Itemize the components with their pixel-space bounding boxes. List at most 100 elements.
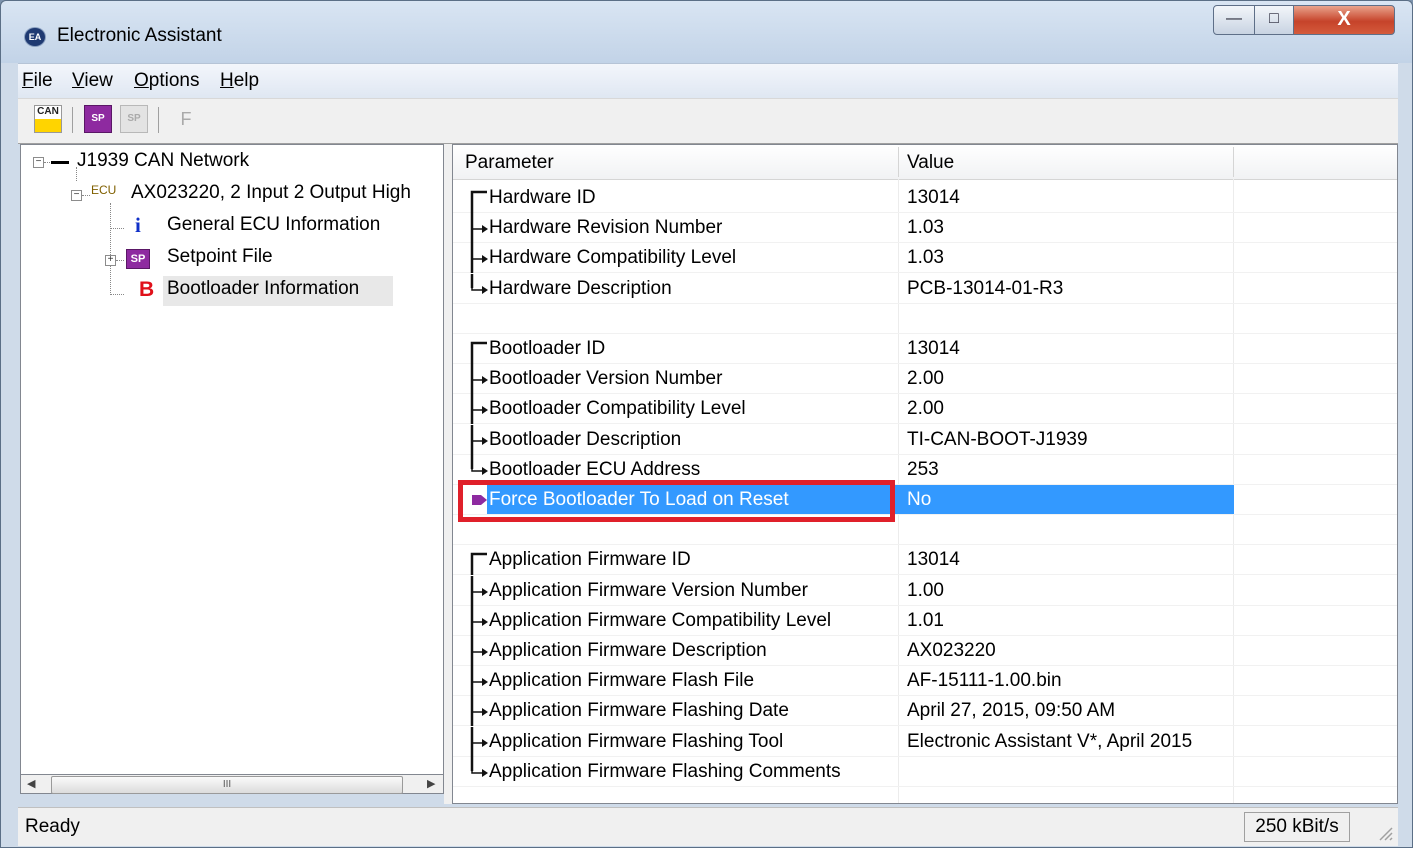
scroll-left-icon[interactable]: ◀ [27,777,35,790]
setpoint-icon: SP [126,249,150,269]
menu-file[interactable]: File [22,70,53,92]
value-cell: 13014 [907,549,960,571]
flash-icon[interactable]: F [172,105,200,133]
value-cell: 13014 [907,338,960,359]
tree-connector-icon [470,756,488,777]
toolbar: CAN SP SP F [18,98,1398,144]
table-row[interactable]: Application Firmware Flash File AF-15111-… [453,666,1397,697]
table-row[interactable]: Bootloader Version Number 2.00 [453,364,1397,395]
minimize-button[interactable]: — [1213,5,1255,35]
column-header-value[interactable]: Value [907,152,954,174]
parameter-cell: Application Firmware Description [489,640,767,661]
table-row[interactable]: Application Firmware Compatibility Level… [453,605,1397,636]
tree-connector-icon [470,666,488,697]
scroll-thumb[interactable]: III [51,776,403,794]
tree-connector-icon [470,726,488,757]
app-logo-icon: EA [24,27,46,47]
parameter-cell: Application Firmware Flash File [489,670,755,692]
value-cell[interactable]: No [907,489,931,511]
save-setpoint-icon[interactable]: SP [120,105,148,133]
table-row[interactable]: Hardware Description PCB-13014-01-R3 [453,273,1397,304]
menu-view[interactable]: View [72,70,113,92]
parameter-cell: Bootloader ECU Address [489,458,701,480]
tree-connector-icon [470,636,488,666]
tree-root-label[interactable]: J1939 CAN Network [77,150,249,178]
menu-options[interactable]: Options [134,70,199,92]
title-bar[interactable]: EA Electronic Assistant — □ X [1,1,1412,63]
value-cell: 2.00 [907,398,944,420]
value-cell: 1.00 [907,579,944,601]
pane-splitter[interactable] [444,144,452,804]
close-button[interactable]: X [1293,5,1395,35]
table-row[interactable]: Application Firmware Flashing Tool Electr… [453,726,1397,757]
table-row[interactable]: Application Firmware ID 13014 [453,545,1397,576]
table-row[interactable]: Application Firmware Flashing Date April … [453,696,1397,727]
window-title: Electronic Assistant [57,25,222,46]
tree-connector-icon [470,696,488,727]
table-row[interactable]: Application Firmware Description AX023220 [453,636,1397,666]
value-cell: 1.01 [907,609,944,631]
value-cell: 1.03 [907,217,944,239]
value-cell: Electronic Assistant V*, April 2015 [907,730,1193,752]
tree-horizontal-scrollbar[interactable]: ◀ III ▶ [20,774,444,794]
toolbar-separator [72,107,73,133]
value-cell: 2.00 [907,368,944,390]
can-connect-icon[interactable]: CAN [34,105,62,133]
resize-grip-icon[interactable] [1374,822,1394,842]
column-header-parameter[interactable]: Parameter [465,152,554,174]
baud-rate-indicator: 250 kBit/s [1244,812,1350,842]
open-setpoint-icon[interactable]: SP [84,105,112,133]
parameter-cell: Hardware ID [489,187,596,208]
tree-connector-icon [470,605,488,636]
scroll-right-icon[interactable]: ▶ [427,777,435,790]
parameter-cell: Application Firmware Version Number [489,579,808,601]
table-row[interactable] [453,304,1397,334]
menu-bar: File View Options Help [18,63,1398,98]
tree-item-bootloader-information[interactable]: Bootloader Information [167,278,359,306]
parameter-cell: Bootloader Description [489,428,682,450]
parameter-list[interactable]: Parameter Value Hardware ID 13014 Hardware… [452,144,1398,804]
status-bar: Ready 250 kBit/s [18,807,1398,846]
value-cell: 253 [907,458,939,480]
value-cell: TI-CAN-BOOT-J1939 [907,428,1088,450]
table-row[interactable]: Hardware Compatibility Level 1.03 [453,243,1397,274]
parameter-cell: Hardware Revision Number [489,217,723,239]
toolbar-separator [158,107,159,133]
tree-view[interactable]: − J1939 CAN Network − ECU AX023220, 2 In… [20,144,444,794]
table-row[interactable]: Bootloader Compatibility Level 2.00 [453,394,1397,425]
tree-connector-icon [470,273,488,294]
value-cell: AF-15111-1.00.bin [907,670,1062,692]
parameter-cell: Application Firmware Flashing Comments [489,760,841,782]
table-row[interactable]: Hardware ID 13014 [453,183,1397,213]
value-cell: 1.03 [907,247,944,269]
tree-connector-icon [470,553,487,576]
table-row[interactable]: Bootloader Description TI-CAN-BOOT-J1939 [453,424,1397,455]
parameter-cell: Hardware Compatibility Level [489,247,737,269]
tree-connector-icon [470,213,488,244]
table-row[interactable]: Application Firmware Flashing Comments [453,756,1397,787]
table-row[interactable]: Hardware Revision Number 1.03 [453,213,1397,244]
network-line-icon [51,161,69,164]
tree-item-general-ecu-information[interactable]: General ECU Information [167,214,380,242]
app-window: EA Electronic Assistant — □ X File View … [0,0,1413,848]
value-cell: 13014 [907,187,960,208]
parameter-cell: Application Firmware Flashing Date [489,700,789,722]
highlight-annotation-box [458,480,895,522]
parameter-cell: Bootloader ID [489,338,606,359]
collapse-icon[interactable]: − [33,157,44,168]
value-cell: PCB-13014-01-R3 [907,277,1064,299]
parameter-cell: Application Firmware Flashing Tool [489,730,784,752]
parameter-cell: Application Firmware ID [489,549,691,571]
maximize-button[interactable]: □ [1254,5,1294,35]
table-row[interactable]: Application Firmware Version Number 1.00 [453,575,1397,606]
expand-icon[interactable]: + [105,255,116,266]
menu-help[interactable]: Help [220,70,259,92]
collapse-icon[interactable]: − [71,190,82,201]
table-row[interactable]: Bootloader ID 13014 [453,334,1397,364]
tree-ecu-label[interactable]: AX023220, 2 Input 2 Output High [131,182,411,210]
tree-item-setpoint-file[interactable]: Setpoint File [167,246,273,274]
parameter-cell: Bootloader Compatibility Level [489,398,746,420]
list-header: Parameter Value [453,145,1397,180]
value-cell: AX023220 [907,640,996,661]
bootloader-icon: B [139,278,155,301]
